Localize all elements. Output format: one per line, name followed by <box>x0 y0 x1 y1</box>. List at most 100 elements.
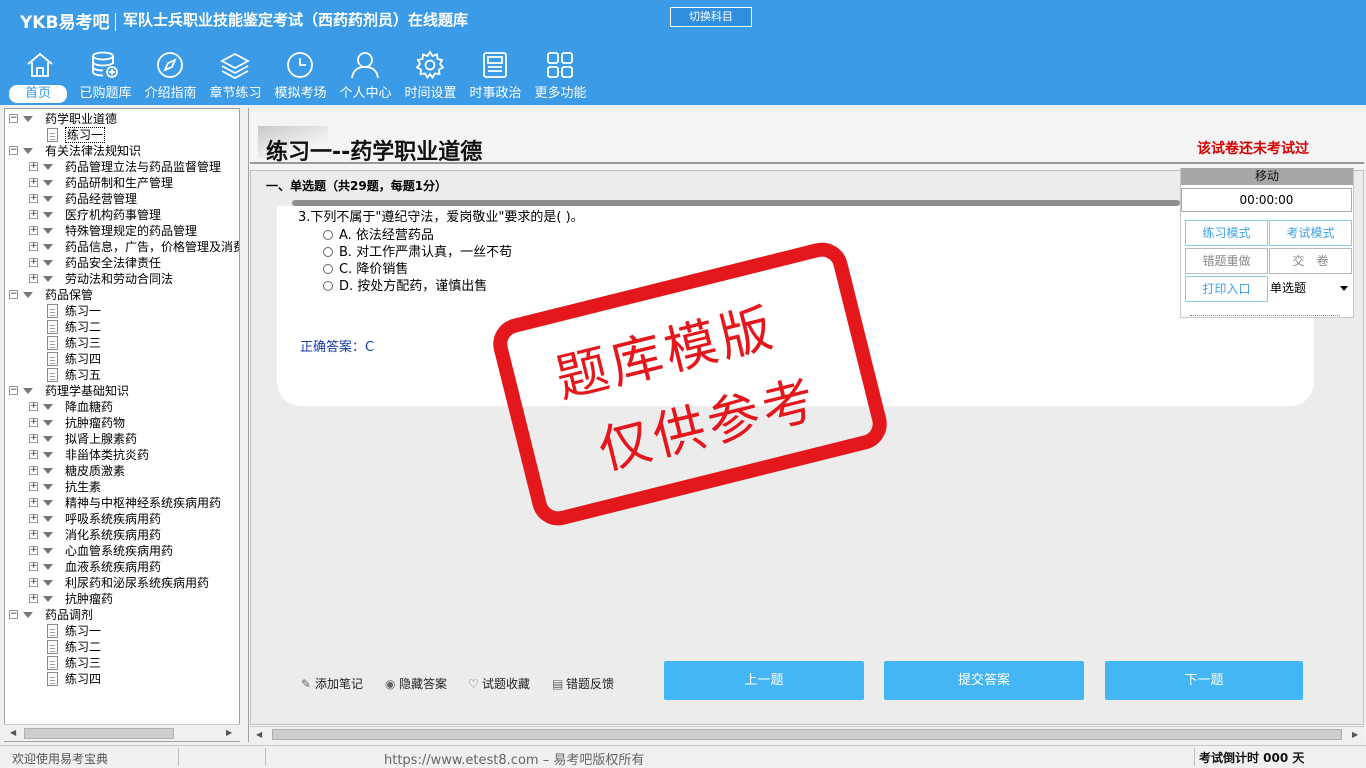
expand-icon[interactable]: + <box>29 418 38 427</box>
expand-icon[interactable]: + <box>29 594 38 603</box>
expand-icon[interactable]: + <box>29 578 38 587</box>
scroll-left-icon[interactable]: ◀ <box>10 728 16 737</box>
move-handle[interactable]: 移动 <box>1181 168 1353 185</box>
submit-answer-button[interactable]: 提交答案 <box>884 661 1084 700</box>
expand-icon[interactable]: + <box>29 562 38 571</box>
tree-scroll-thumb[interactable] <box>24 728 174 739</box>
radio-icon[interactable] <box>323 281 333 291</box>
expand-icon[interactable]: + <box>29 258 38 267</box>
expand-icon[interactable]: + <box>29 450 38 459</box>
main-horizontal-scrollbar[interactable]: ◀ ▶ <box>250 726 1364 742</box>
switch-subject-button[interactable]: 切换科目 <box>670 7 752 27</box>
tree-item[interactable]: 练习五 <box>5 367 239 383</box>
expand-icon[interactable]: + <box>29 466 38 475</box>
expand-icon[interactable]: + <box>29 194 38 203</box>
scroll-right-icon[interactable]: ▶ <box>1352 730 1358 739</box>
tree-item[interactable]: 练习四 <box>5 671 239 687</box>
practice-mode-button[interactable]: 练习模式 <box>1185 220 1268 246</box>
collapse-icon[interactable]: − <box>9 610 18 619</box>
tree-item[interactable]: 练习三 <box>5 335 239 351</box>
radio-icon[interactable] <box>323 230 333 240</box>
tree-horizontal-scrollbar[interactable]: ◀ ▶ <box>4 724 240 741</box>
expand-icon[interactable]: + <box>29 274 38 283</box>
option-d[interactable]: D. 按处方配药，谨慎出售 <box>323 275 487 294</box>
tree-item[interactable]: + 药品管理立法与药品监督管理 <box>5 159 239 175</box>
expand-icon[interactable]: + <box>29 530 38 539</box>
main-scroll-thumb[interactable] <box>272 729 1342 740</box>
nav-guide[interactable]: 介绍指南 <box>138 48 203 104</box>
nav-current-affairs[interactable]: 时事政治 <box>463 48 528 104</box>
favorite-button[interactable]: ♡ 试题收藏 <box>468 675 530 692</box>
tree-item[interactable]: 练习一 <box>5 127 239 143</box>
tree-item[interactable]: + 药品安全法律责任 <box>5 255 239 271</box>
expand-icon[interactable]: + <box>29 402 38 411</box>
tree-item[interactable]: + 抗生素 <box>5 479 239 495</box>
redo-wrong-button[interactable]: 错题重做 <box>1185 248 1268 274</box>
tree-item[interactable]: + 血液系统疾病用药 <box>5 559 239 575</box>
expand-icon[interactable]: + <box>29 546 38 555</box>
tree-chapter[interactable]: − 药品保管 <box>5 287 239 303</box>
expand-icon[interactable]: + <box>29 226 38 235</box>
nav-purchased[interactable]: 已购题库 <box>73 48 138 104</box>
tree-item[interactable]: + 医疗机构药事管理 <box>5 207 239 223</box>
tree-item[interactable]: + 糖皮质激素 <box>5 463 239 479</box>
tree-chapter[interactable]: − 有关法律法规知识 <box>5 143 239 159</box>
tree-item[interactable]: + 抗肿瘤药 <box>5 591 239 607</box>
nav-mock-exam[interactable]: 模拟考场 <box>268 48 333 104</box>
nav-time-settings[interactable]: 时间设置 <box>398 48 463 104</box>
expand-icon[interactable]: + <box>29 162 38 171</box>
collapse-icon[interactable]: − <box>9 290 18 299</box>
collapse-icon[interactable]: − <box>9 114 18 123</box>
tree-item[interactable]: 练习一 <box>5 303 239 319</box>
nav-home[interactable]: 首页 <box>8 48 73 104</box>
tree-item[interactable]: 练习三 <box>5 655 239 671</box>
scroll-left-icon[interactable]: ◀ <box>256 730 262 739</box>
tree-item[interactable]: + 利尿药和泌尿系统疾病用药 <box>5 575 239 591</box>
print-button[interactable]: 打印入口 <box>1185 276 1268 302</box>
tree-item[interactable]: + 心血管系统疾病用药 <box>5 543 239 559</box>
radio-icon[interactable] <box>323 264 333 274</box>
tree-item[interactable]: + 精神与中枢神经系统疾病用药 <box>5 495 239 511</box>
chapter-tree[interactable]: − 药学职业道德 练习一 − 有关法律法规知识 + 药品管理立法与药品监督管理 + 药品研制和生… <box>4 108 240 742</box>
expand-icon[interactable]: + <box>29 482 38 491</box>
question-type-select[interactable]: 单选题 <box>1268 276 1352 300</box>
tree-item[interactable]: + 抗肿瘤药物 <box>5 415 239 431</box>
expand-icon[interactable]: + <box>29 434 38 443</box>
expand-icon[interactable]: + <box>29 178 38 187</box>
radio-icon[interactable] <box>323 247 333 257</box>
nav-more[interactable]: 更多功能 <box>528 48 593 104</box>
tree-item[interactable]: + 特殊管理规定的药品管理 <box>5 223 239 239</box>
tree-item[interactable]: + 呼吸系统疾病用药 <box>5 511 239 527</box>
tree-item[interactable]: 练习一 <box>5 623 239 639</box>
tree-item[interactable]: + 劳动法和劳动合同法 <box>5 271 239 287</box>
tree-item[interactable]: + 非甾体类抗炎药 <box>5 447 239 463</box>
tree-item[interactable]: 练习二 <box>5 319 239 335</box>
tree-chapter[interactable]: − 药理学基础知识 <box>5 383 239 399</box>
tree-item[interactable]: + 药品信息，广告，价格管理及消费者权益保护 <box>5 239 239 255</box>
expand-icon[interactable]: + <box>29 210 38 219</box>
tree-item[interactable]: + 药品研制和生产管理 <box>5 175 239 191</box>
tree-item[interactable]: + 消化系统疾病用药 <box>5 527 239 543</box>
nav-profile[interactable]: 个人中心 <box>333 48 398 104</box>
next-question-button[interactable]: 下一题 <box>1105 661 1303 700</box>
expand-icon[interactable]: + <box>29 242 38 251</box>
collapse-icon[interactable]: − <box>9 386 18 395</box>
prev-question-button[interactable]: 上一题 <box>664 661 864 700</box>
tree-item[interactable]: 练习四 <box>5 351 239 367</box>
nav-chapter[interactable]: 章节练习 <box>203 48 268 104</box>
add-note-button[interactable]: ✎ 添加笔记 <box>301 675 363 692</box>
tree-item[interactable]: + 拟肾上腺素药 <box>5 431 239 447</box>
expand-icon[interactable]: + <box>29 514 38 523</box>
tree-chapter[interactable]: − 药品调剂 <box>5 607 239 623</box>
expand-icon[interactable]: + <box>29 498 38 507</box>
tree-item[interactable]: 练习二 <box>5 639 239 655</box>
tree-item[interactable]: + 药品经营管理 <box>5 191 239 207</box>
report-error-button[interactable]: ▤ 错题反馈 <box>552 675 614 692</box>
exam-mode-button[interactable]: 考试模式 <box>1269 220 1352 246</box>
submit-paper-button[interactable]: 交 卷 <box>1269 248 1352 274</box>
scroll-right-icon[interactable]: ▶ <box>226 728 232 737</box>
hide-answer-button[interactable]: ◉ 隐藏答案 <box>385 675 447 692</box>
tree-item[interactable]: + 降血糖药 <box>5 399 239 415</box>
collapse-icon[interactable]: − <box>9 146 18 155</box>
tree-chapter[interactable]: − 药学职业道德 <box>5 111 239 127</box>
